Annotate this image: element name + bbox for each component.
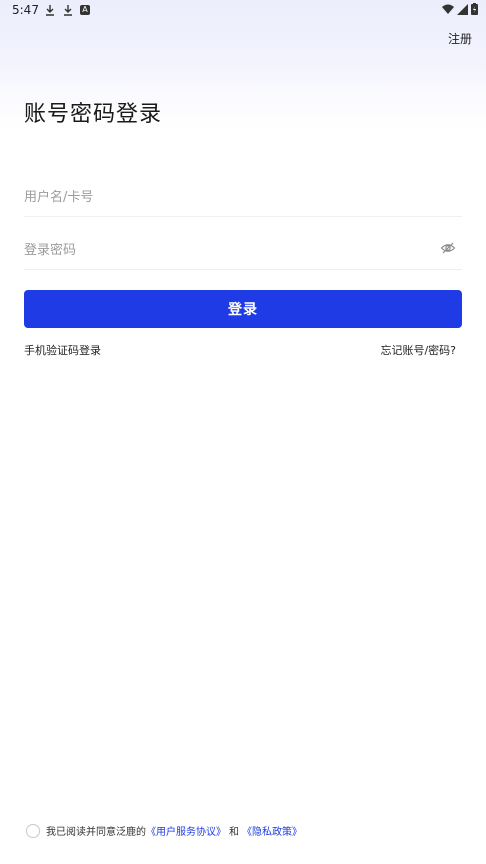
- status-icons-left: A: [44, 4, 90, 16]
- password-field: [24, 231, 462, 270]
- username-field: [24, 178, 462, 217]
- login-button[interactable]: 登录: [24, 290, 462, 328]
- password-input[interactable]: [24, 242, 462, 258]
- status-time: 5:47: [12, 3, 39, 17]
- signal-icon: [457, 3, 468, 15]
- download-icon: [46, 5, 54, 16]
- status-icons-right: [442, 3, 478, 15]
- status-bar: 5:47 A: [0, 0, 486, 22]
- forgot-password-link[interactable]: 忘记账号/密码?: [380, 342, 456, 358]
- agreement-and: 和: [229, 827, 239, 838]
- agreement: 我已阅读并同意泛鹿的 《用户服务协议》 和 《隐私政策》: [26, 823, 302, 838]
- register-link[interactable]: 注册: [448, 30, 472, 47]
- a-icon: A: [80, 5, 90, 15]
- battery-icon: [471, 3, 478, 15]
- user-agreement-link[interactable]: 《用户服务协议》: [146, 823, 226, 838]
- page-title: 账号密码登录: [24, 102, 163, 127]
- username-input[interactable]: [24, 189, 462, 205]
- agree-checkbox[interactable]: [26, 823, 40, 838]
- privacy-policy-link[interactable]: 《隐私政策》: [242, 823, 302, 838]
- wifi-icon: [442, 4, 454, 14]
- download-icon: [64, 5, 72, 16]
- sms-login-link[interactable]: 手机验证码登录: [24, 342, 101, 358]
- agreement-prefix: 我已阅读并同意泛鹿的: [46, 827, 146, 838]
- eye-off-icon[interactable]: [440, 240, 456, 256]
